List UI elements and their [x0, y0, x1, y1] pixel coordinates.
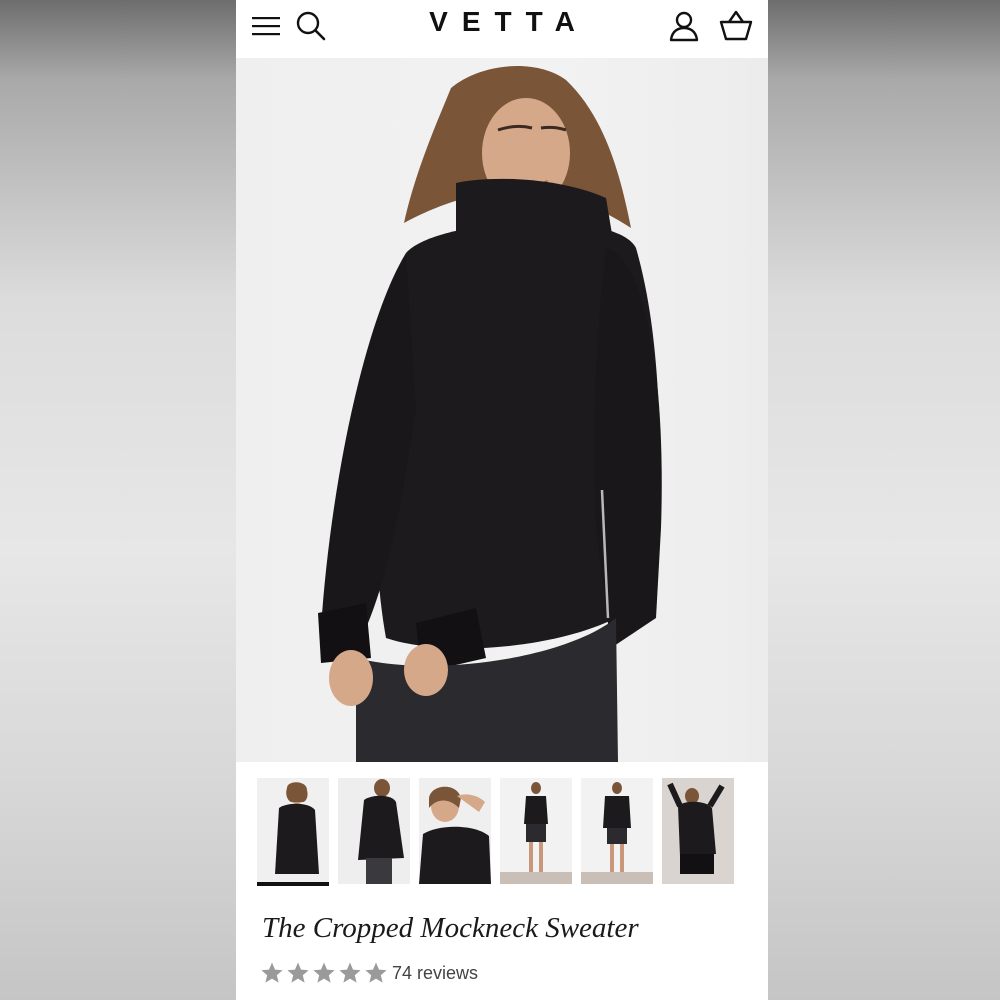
star-icon: [261, 962, 283, 983]
account-icon: [669, 11, 699, 42]
star-icon: [287, 962, 309, 983]
thumbnail-2[interactable]: [338, 778, 410, 884]
thumbnail-5[interactable]: [581, 778, 653, 884]
basket-button[interactable]: [718, 8, 754, 44]
account-button[interactable]: [666, 8, 702, 44]
thumbnail-1[interactable]: [257, 778, 329, 886]
thumbnail-6[interactable]: [662, 778, 734, 884]
product-title: The Cropped Mockneck Sweater: [262, 912, 639, 944]
site-header: VETTA: [236, 0, 768, 58]
right-backdrop: [768, 0, 1000, 1000]
thumbnail-3[interactable]: [419, 778, 491, 884]
star-icon: [339, 962, 361, 983]
reviews-link[interactable]: 74 reviews: [392, 963, 478, 984]
left-backdrop: [0, 0, 236, 1000]
star-icon: [365, 962, 387, 983]
star-icon: [313, 962, 335, 983]
product-hero-image[interactable]: [236, 58, 768, 762]
thumbnail-4[interactable]: [500, 778, 572, 884]
thumbnail-strip: [257, 778, 757, 886]
product-rating[interactable]: 74 reviews: [260, 960, 478, 986]
product-page: VETTA The Cropped Mockneck Sweater 74 re…: [236, 0, 768, 1000]
model-photo: [318, 66, 662, 762]
basket-icon: [719, 10, 753, 41]
